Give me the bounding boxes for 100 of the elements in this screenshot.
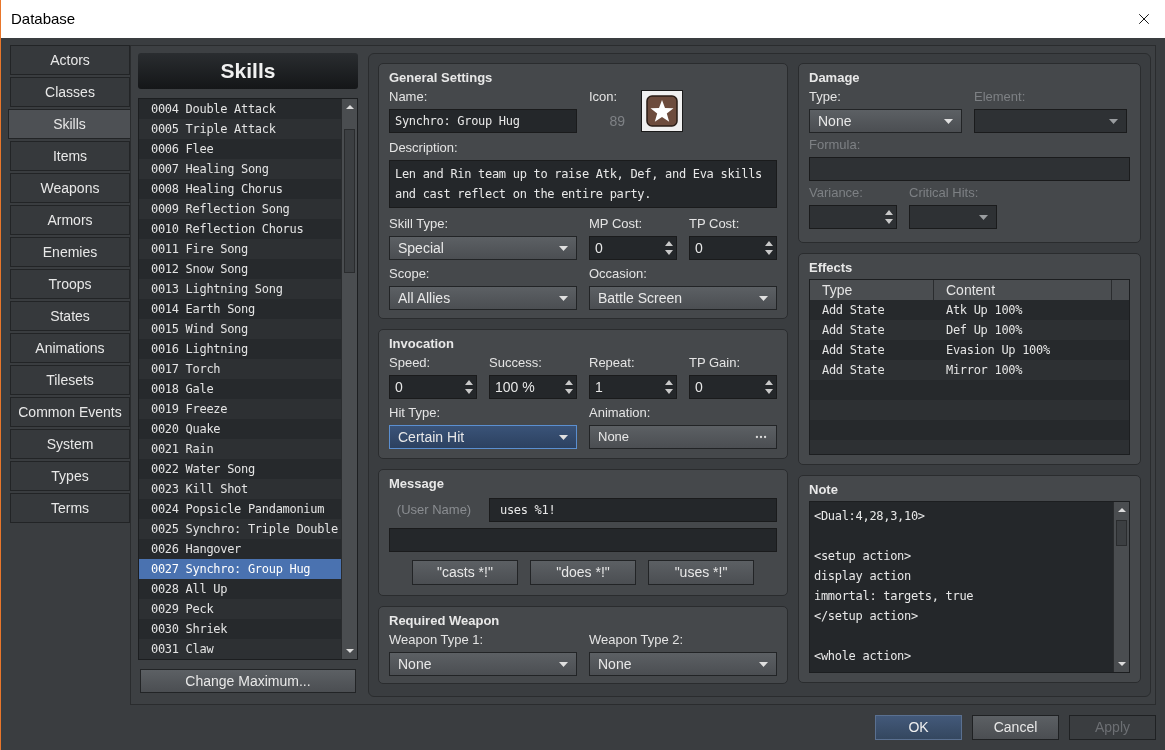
number-field[interactable]: 0 bbox=[589, 236, 677, 260]
table-cell-text: Atk Up 100% bbox=[945, 302, 1023, 319]
table-row[interactable]: Add State Mirror 100% bbox=[810, 360, 1129, 380]
list-item[interactable]: 0031 Claw bbox=[139, 639, 341, 659]
spin-arrows-icon[interactable] bbox=[465, 379, 473, 395]
list-item[interactable]: 0013 Lightning Song bbox=[139, 279, 341, 299]
table-cell-text: Add State bbox=[821, 362, 886, 379]
field-label: Repeat: bbox=[589, 355, 635, 371]
list-item[interactable]: 0005 Triple Attack bbox=[139, 119, 341, 139]
section-title: Note bbox=[809, 481, 838, 499]
dropdown[interactable]: Battle Screen bbox=[589, 286, 777, 310]
preset-button[interactable]: "does *!" bbox=[530, 560, 636, 585]
dropdown[interactable]: Certain Hit bbox=[389, 425, 577, 449]
dropdown[interactable]: Special bbox=[389, 236, 577, 260]
preset-button[interactable]: "uses *!" bbox=[648, 560, 754, 585]
list-item[interactable]: 0027 Synchro: Group Hug bbox=[139, 559, 341, 579]
list-item[interactable]: 0025 Synchro: Triple Double bbox=[139, 519, 341, 539]
text-field[interactable]: Synchro: Group Hug bbox=[389, 109, 577, 133]
list-item[interactable]: 0015 Wind Song bbox=[139, 319, 341, 339]
number-field[interactable]: 1 bbox=[589, 375, 677, 399]
caret-down-icon bbox=[944, 118, 953, 124]
list-item[interactable]: 0017 Torch bbox=[139, 359, 341, 379]
nav-tab[interactable]: Tilesets bbox=[10, 365, 130, 395]
nav-tab[interactable]: Common Events bbox=[10, 397, 130, 427]
section-title: Invocation bbox=[389, 335, 454, 353]
spin-arrows-icon[interactable] bbox=[765, 379, 773, 395]
field-label: Type: bbox=[809, 89, 841, 105]
spin-arrows-icon[interactable] bbox=[665, 379, 673, 395]
caret-down-icon bbox=[759, 295, 768, 301]
section-title: Required Weapon bbox=[389, 612, 500, 630]
table-cell-text: Mirror 100% bbox=[945, 362, 1023, 379]
change-maximum-button[interactable]: Change Maximum... bbox=[140, 669, 356, 693]
animation-picker[interactable]: None bbox=[589, 425, 777, 449]
caret-down-icon bbox=[559, 661, 568, 667]
dropdown[interactable]: All Allies bbox=[389, 286, 577, 310]
nav-tab[interactable]: Items bbox=[10, 141, 130, 171]
table-cell-text: Add State bbox=[821, 322, 886, 339]
nav-tab[interactable]: Actors bbox=[10, 45, 130, 75]
nav-tab[interactable]: Skills bbox=[8, 109, 130, 139]
number-field[interactable]: 0 bbox=[689, 375, 777, 399]
nav-tab[interactable]: Animations bbox=[10, 333, 130, 363]
dialog-button[interactable]: OK bbox=[875, 715, 962, 740]
spin-arrows-icon[interactable] bbox=[765, 240, 773, 256]
preset-button[interactable]: "casts *!" bbox=[412, 560, 518, 585]
nav-tab[interactable]: Enemies bbox=[10, 237, 130, 267]
number-field[interactable]: 0 bbox=[689, 236, 777, 260]
list-item[interactable]: 0009 Reflection Song bbox=[139, 199, 341, 219]
nav-tab[interactable]: Classes bbox=[10, 77, 130, 107]
nav-tab[interactable]: Armors bbox=[10, 205, 130, 235]
list-item[interactable]: 0011 Fire Song bbox=[139, 239, 341, 259]
section-title: Effects bbox=[809, 259, 853, 277]
list-item[interactable]: 0021 Rain bbox=[139, 439, 341, 459]
description-field[interactable]: Len and Rin team up to raise Atk, Def, and Eva skills and cast reflect on the entire party. bbox=[389, 160, 777, 208]
note-field[interactable]: <Dual:4,28,3,10> <setup action> display action immortal: targets, true </setup action> <whole action> bbox=[809, 501, 1130, 673]
field-label: TP Cost: bbox=[689, 216, 740, 232]
scrollbar[interactable] bbox=[1113, 502, 1129, 672]
nav-tab[interactable]: Types bbox=[10, 461, 130, 491]
list-item[interactable]: 0019 Freeze bbox=[139, 399, 341, 419]
message-field[interactable]: uses %1! bbox=[489, 498, 777, 522]
nav-tab[interactable]: Terms bbox=[10, 493, 130, 523]
number-field[interactable]: 100 % bbox=[489, 375, 577, 399]
section-title: General Settings bbox=[389, 69, 493, 87]
spin-arrows-icon[interactable] bbox=[565, 379, 573, 395]
note-text: <Dual:4,28,3,10> <setup action> display action immortal: targets, true </setup action> <whole action> bbox=[813, 508, 975, 665]
scroll-thumb[interactable] bbox=[344, 129, 355, 273]
dialog-button[interactable]: Cancel bbox=[972, 715, 1059, 740]
dropdown[interactable]: None bbox=[809, 109, 962, 133]
field-label: MP Cost: bbox=[589, 216, 643, 232]
list-item[interactable]: 0007 Healing Song bbox=[139, 159, 341, 179]
scroll-thumb[interactable] bbox=[1116, 520, 1127, 546]
icon-index: 89 bbox=[608, 111, 625, 131]
spin-arrows-icon[interactable] bbox=[665, 240, 673, 256]
field-label: Scope: bbox=[389, 266, 430, 282]
list-item[interactable]: 0029 Peck bbox=[139, 599, 341, 619]
field-label: Name: bbox=[389, 89, 428, 105]
number-field[interactable]: 0 bbox=[389, 375, 477, 399]
dropdown[interactable]: None bbox=[589, 652, 777, 676]
field-label: Formula: bbox=[809, 137, 861, 153]
table-cell-text: Add State bbox=[821, 342, 886, 359]
field-label: Hit Type: bbox=[389, 405, 441, 421]
caret-down-icon bbox=[559, 245, 568, 251]
field-label: Animation: bbox=[589, 405, 651, 421]
list-header: Skills bbox=[138, 53, 358, 89]
field-label: Description: bbox=[389, 140, 458, 156]
nav-tab[interactable]: Troops bbox=[10, 269, 130, 299]
message-field[interactable] bbox=[389, 528, 777, 552]
field-label: Success: bbox=[489, 355, 542, 371]
caret-down-icon bbox=[979, 214, 988, 220]
nav-tab[interactable]: Weapons bbox=[10, 173, 130, 203]
window-title: Database bbox=[11, 8, 76, 29]
field-label: Icon: bbox=[589, 89, 618, 105]
dropdown[interactable]: None bbox=[389, 652, 577, 676]
table-row[interactable]: Add State Def Up 100% bbox=[810, 320, 1129, 340]
list-item[interactable]: 0023 Kill Shot bbox=[139, 479, 341, 499]
field-label: Skill Type: bbox=[389, 216, 448, 232]
scrollbar[interactable] bbox=[341, 99, 357, 659]
field-label: Critical Hits: bbox=[909, 185, 979, 201]
caret-down-icon bbox=[559, 295, 568, 301]
nav-tab[interactable]: System bbox=[10, 429, 130, 459]
nav-tab[interactable]: States bbox=[10, 301, 130, 331]
